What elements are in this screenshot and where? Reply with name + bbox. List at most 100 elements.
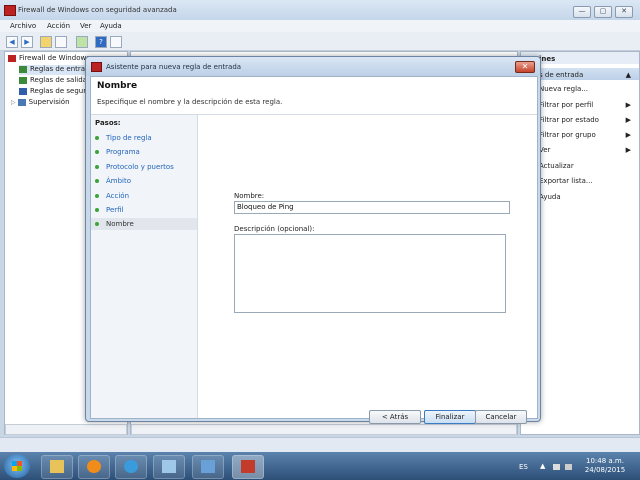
submenu-arrow-icon: ▶ <box>625 116 631 124</box>
taskbar-explorer[interactable] <box>41 455 73 479</box>
firewall-icon <box>241 460 255 473</box>
action-filter-group[interactable]: Filtrar por grupo <box>539 131 596 139</box>
action-center-icon[interactable] <box>553 464 560 470</box>
main-titlebar[interactable]: Firewall de Windows con seguridad avanza… <box>0 0 640 20</box>
expand-arrow-icon[interactable]: ▷ <box>11 99 16 106</box>
minimize-button[interactable]: — <box>573 6 591 18</box>
description-label: Descripción (opcional): <box>234 225 315 233</box>
action-filter-profile[interactable]: Filtrar por perfil <box>539 101 593 109</box>
forward-arrow-icon[interactable]: ▶ <box>21 36 33 48</box>
action-new-rule[interactable]: Nueva regla... <box>539 85 588 93</box>
taskbar-firewall[interactable] <box>232 455 264 479</box>
step-complete-icon <box>95 136 99 140</box>
show-hidden-icons-icon[interactable]: ▲ <box>540 462 547 470</box>
monitoring-icon <box>17 98 26 106</box>
menu-archivo[interactable]: Archivo <box>10 22 36 30</box>
new-inbound-rule-wizard: Asistente para nueva regla de entrada ✕ … <box>85 56 541 424</box>
taskbar-internet-explorer[interactable] <box>115 455 147 479</box>
name-form: Nombre: Bloqueo de Ping Descripción (opc… <box>198 115 537 424</box>
step-action[interactable]: Acción <box>91 190 197 202</box>
dialog-heading: Nombre <box>97 81 138 91</box>
menu-ver[interactable]: Ver <box>80 22 91 30</box>
dialog-subheading: Especifique el nombre y la descripción d… <box>97 98 283 106</box>
submenu-arrow-icon: ▶ <box>625 101 631 109</box>
dialog-titlebar[interactable]: Asistente para nueva regla de entrada ✕ <box>86 57 540 76</box>
list-horizontal-scrollbar[interactable] <box>131 424 517 435</box>
step-rule-type[interactable]: Tipo de regla <box>91 132 197 144</box>
taskbar-control-panel[interactable] <box>192 455 224 479</box>
main-window-title: Firewall de Windows con seguridad avanza… <box>18 6 177 14</box>
action-pane-icon[interactable] <box>110 36 122 48</box>
dialog-close-button[interactable]: ✕ <box>515 61 535 73</box>
collapse-arrow-icon[interactable]: ▲ <box>626 71 631 79</box>
back-button[interactable]: < Atrás <box>369 410 421 424</box>
action-export-list[interactable]: Exportar lista... <box>539 177 593 185</box>
firewall-app-icon <box>91 62 102 72</box>
export-icon[interactable] <box>76 36 88 48</box>
step-complete-icon <box>95 208 99 212</box>
tree-item-monitoring[interactable]: ▷ Supervisión <box>11 98 70 108</box>
media-player-icon <box>87 460 101 473</box>
start-button[interactable] <box>4 454 30 478</box>
close-button[interactable]: ✕ <box>615 6 633 18</box>
status-bar <box>0 437 640 453</box>
step-complete-icon <box>95 179 99 183</box>
network-icon[interactable] <box>565 464 572 470</box>
name-label: Nombre: <box>234 192 265 200</box>
submenu-arrow-icon: ▶ <box>625 131 631 139</box>
inbound-rules-icon <box>19 65 27 73</box>
action-filter-state[interactable]: Filtrar por estado <box>539 116 599 124</box>
up-folder-icon[interactable] <box>40 36 52 48</box>
internet-explorer-icon <box>124 460 138 473</box>
step-program[interactable]: Programa <box>91 146 197 158</box>
toolbar: ◀ ▶ ? <box>0 32 640 51</box>
steps-pane: Pasos: Tipo de regla Programa Protocolo … <box>91 115 198 418</box>
step-current-icon <box>95 222 99 226</box>
action-help[interactable]: Ayuda <box>539 193 561 201</box>
steps-label: Pasos: <box>95 119 121 127</box>
maximize-button[interactable]: ▢ <box>594 6 612 18</box>
step-protocol-ports[interactable]: Protocolo y puertos <box>91 161 197 173</box>
tree-item-firewall[interactable]: Firewall de Windows <box>8 54 90 64</box>
tree-item-inbound-rules[interactable]: Reglas de entrada <box>19 65 94 75</box>
action-refresh[interactable]: Actualizar <box>539 162 574 170</box>
menu-bar: Archivo Acción Ver Ayuda <box>0 20 640 32</box>
dialog-header: Nombre Especifique el nombre y la descri… <box>91 77 537 115</box>
step-profile[interactable]: Perfil <box>91 204 197 216</box>
step-complete-icon <box>95 194 99 198</box>
menu-ayuda[interactable]: Ayuda <box>100 22 122 30</box>
tree-horizontal-scrollbar[interactable] <box>5 424 127 435</box>
step-complete-icon <box>95 165 99 169</box>
dialog-title: Asistente para nueva regla de entrada <box>106 63 242 71</box>
back-arrow-icon[interactable]: ◀ <box>6 36 18 48</box>
help-icon[interactable]: ? <box>95 36 107 48</box>
taskbar-media-player[interactable] <box>78 455 110 479</box>
folder-icon <box>50 460 64 473</box>
outbound-rules-icon <box>19 76 27 84</box>
clock-date: 24/08/2015 <box>584 466 626 474</box>
name-field[interactable]: Bloqueo de Ping <box>234 201 510 214</box>
step-complete-icon <box>95 150 99 154</box>
control-panel-icon <box>201 460 215 473</box>
taskbar-app[interactable] <box>153 455 185 479</box>
cancel-button[interactable]: Cancelar <box>475 410 527 424</box>
step-name[interactable]: Nombre <box>91 218 197 230</box>
tree-item-security-rules[interactable]: Reglas de segur <box>19 87 86 97</box>
dialog-body: Nombre Especifique el nombre y la descri… <box>90 76 538 424</box>
app-icon <box>162 460 176 473</box>
description-field[interactable] <box>234 234 506 313</box>
finish-button[interactable]: Finalizar <box>424 410 476 424</box>
clock-time: 10:48 a.m. <box>586 457 624 465</box>
windows-logo-icon <box>12 461 22 471</box>
clock[interactable]: 10:48 a.m. 24/08/2015 <box>578 457 632 475</box>
submenu-arrow-icon: ▶ <box>625 146 631 154</box>
taskbar: ES ▲ 10:48 a.m. 24/08/2015 <box>0 452 640 480</box>
firewall-icon <box>8 54 16 62</box>
menu-accion[interactable]: Acción <box>47 22 70 30</box>
tree-item-outbound-rules[interactable]: Reglas de salida <box>19 76 87 86</box>
security-rules-icon <box>19 87 27 95</box>
language-indicator[interactable]: ES <box>519 463 528 471</box>
step-scope[interactable]: Ámbito <box>91 175 197 187</box>
show-hide-tree-icon[interactable] <box>55 36 67 48</box>
firewall-app-icon <box>4 5 16 16</box>
